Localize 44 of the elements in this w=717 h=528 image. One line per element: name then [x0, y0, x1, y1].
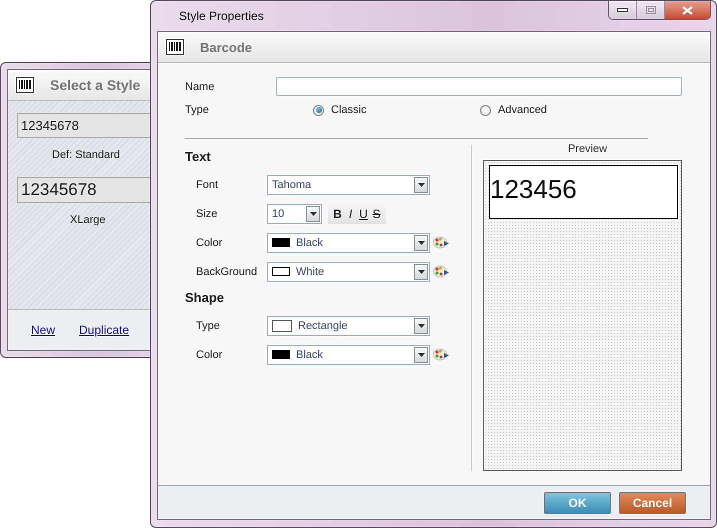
field-label: Color — [196, 348, 224, 360]
color-dropdown[interactable]: Black — [267, 344, 430, 364]
field-label: Color — [196, 236, 224, 248]
color-picker-icon[interactable] — [433, 348, 450, 361]
section-title: Shape — [185, 290, 224, 305]
minimize-button[interactable] — [609, 1, 637, 19]
close-button[interactable] — [665, 1, 710, 19]
maximize-icon — [646, 6, 656, 14]
field-label: BackGround — [196, 266, 258, 278]
panel-title: Select a Style — [50, 77, 140, 93]
style-name: XLarge — [70, 214, 106, 226]
color-picker-icon[interactable] — [433, 265, 450, 278]
radio-option[interactable]: Classic — [313, 104, 480, 116]
shape-dropdown[interactable]: Rectangle — [267, 316, 430, 336]
radio-option[interactable]: Advanced — [480, 104, 647, 116]
rectangle-icon — [272, 320, 292, 332]
barcode-preview: 123456 — [489, 165, 678, 219]
section-title: Text — [185, 149, 211, 164]
field-label: Font — [196, 178, 220, 190]
link[interactable]: Duplicate — [79, 323, 130, 337]
color-dropdown[interactable]: Black — [267, 232, 430, 252]
barcode-icon — [166, 39, 184, 55]
format-button[interactable]: U — [357, 206, 370, 220]
color-picker-icon[interactable] — [433, 236, 450, 249]
close-icon — [682, 6, 693, 14]
name-input[interactable] — [276, 77, 682, 96]
minimize-icon — [617, 8, 628, 12]
size-dropdown[interactable]: 10 — [267, 204, 322, 224]
color-dropdown[interactable]: White — [267, 262, 430, 282]
cancel-button[interactable]: Cancel — [619, 492, 686, 514]
field-label: Type — [196, 320, 221, 332]
format-button[interactable]: S — [370, 206, 383, 220]
font-dropdown[interactable]: Tahoma — [267, 174, 430, 194]
format-button[interactable]: I — [344, 206, 357, 220]
preview-label: Preview — [566, 143, 608, 155]
field-label: Size — [196, 208, 218, 220]
field-label: Type — [185, 104, 210, 116]
window-title: Style Properties — [178, 9, 264, 23]
panel-title: Barcode — [200, 40, 252, 54]
barcode-icon — [16, 77, 34, 93]
field-label: Name — [185, 80, 216, 92]
style-name: Def: Standard — [52, 149, 120, 161]
format-button[interactable]: B — [331, 206, 344, 220]
link[interactable]: New — [31, 323, 56, 337]
